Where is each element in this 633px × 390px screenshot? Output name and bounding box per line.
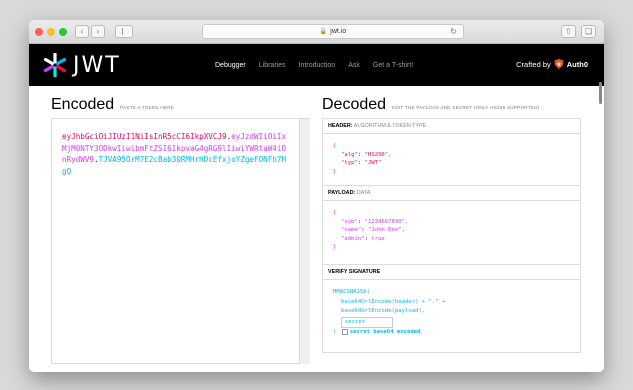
forward-button[interactable]: › xyxy=(91,25,105,38)
nav-debugger[interactable]: Debugger xyxy=(215,62,246,69)
signature-section-title: VERIFY SIGNATURE xyxy=(323,265,580,280)
encoded-title-row: Encoded PASTE A TOKEN HERE xyxy=(51,96,174,114)
nav-libraries[interactable]: Libraries xyxy=(259,62,286,69)
payload-json-editor[interactable]: { "sub": "1234567890", "name": "John Doe… xyxy=(323,201,580,265)
secret-input[interactable]: secret xyxy=(341,316,393,328)
address-text: jwt.io xyxy=(330,28,347,35)
nav-ask[interactable]: Ask xyxy=(348,62,360,69)
signature-editor: HMACSHA256( base64UrlEncode(header) + ".… xyxy=(323,280,580,352)
back-button[interactable]: ‹ xyxy=(75,25,89,38)
secret-base64-label: secret base64 encoded xyxy=(349,329,421,335)
encoded-title: Encoded xyxy=(51,96,115,113)
decoded-panel: HEADER: ALGORITHM & TOKEN TYPE { "alg": … xyxy=(322,118,581,353)
page-scrollbar[interactable] xyxy=(599,82,602,104)
nav-introduction[interactable]: Introduction xyxy=(299,62,336,69)
tabs-button[interactable]: ❏ xyxy=(581,25,596,38)
editor-scroll-gutter[interactable] xyxy=(300,118,310,364)
auth0-brand: Auth0 xyxy=(566,59,588,69)
share-button[interactable]: ⇧ xyxy=(561,25,576,38)
site-header: JWT Debugger Libraries Introduction Ask … xyxy=(29,44,604,86)
auth0-shield-icon xyxy=(554,59,564,69)
lock-icon: 🔒 xyxy=(319,29,328,35)
minimize-window-button[interactable] xyxy=(47,27,55,36)
main-nav: Debugger Libraries Introduction Ask Get … xyxy=(215,44,413,86)
window-controls xyxy=(35,27,67,36)
browser-titlebar: ‹ › 🔒 jwt.io ↻ ⇧ ❏ xyxy=(29,20,604,44)
address-bar[interactable]: 🔒 jwt.io ↻ xyxy=(202,24,464,39)
crafted-by-auth0[interactable]: Crafted by Auth0 xyxy=(516,59,588,69)
encoded-hint: PASTE A TOKEN HERE xyxy=(120,105,175,110)
crafted-by-text: Crafted by xyxy=(516,59,551,69)
secret-base64-checkbox[interactable] xyxy=(341,328,348,335)
toolbar-right: ⇧ ❏ xyxy=(561,25,598,38)
decoded-title-row: Decoded EDIT THE PAYLOAD AND SECRET (ONL… xyxy=(322,96,539,114)
token-header-part: eyJhbGciOiJIUzI1NiIsInR5cCI6IkpXVCJ9 xyxy=(62,132,227,141)
zoom-window-button[interactable] xyxy=(59,27,67,36)
payload-section-title: PAYLOAD: DATA xyxy=(323,186,580,201)
decoded-title: Decoded xyxy=(322,96,387,113)
sidebar-toggle-button[interactable] xyxy=(115,25,133,38)
header-json-editor[interactable]: { "alg": "HS256", "typ": "JWT" } xyxy=(323,134,580,186)
reload-icon[interactable]: ↻ xyxy=(450,27,457,36)
close-window-button[interactable] xyxy=(35,27,43,36)
jwt-logo-icon[interactable] xyxy=(43,53,67,77)
logo-wordmark[interactable]: JWT xyxy=(73,53,121,78)
browser-window: ‹ › 🔒 jwt.io ↻ ⇧ ❏ JWT Debugger Librarie… xyxy=(29,20,604,372)
nav-tshirt[interactable]: Get a T-shirt! xyxy=(373,62,413,69)
decoded-hint: EDIT THE PAYLOAD AND SECRET (ONLY HS256 … xyxy=(392,105,540,110)
encoded-token-editor[interactable]: eyJhbGciOiJIUzI1NiIsInR5cCI6IkpXVCJ9.eyJ… xyxy=(51,118,300,364)
header-section-title: HEADER: ALGORITHM & TOKEN TYPE xyxy=(323,119,580,134)
